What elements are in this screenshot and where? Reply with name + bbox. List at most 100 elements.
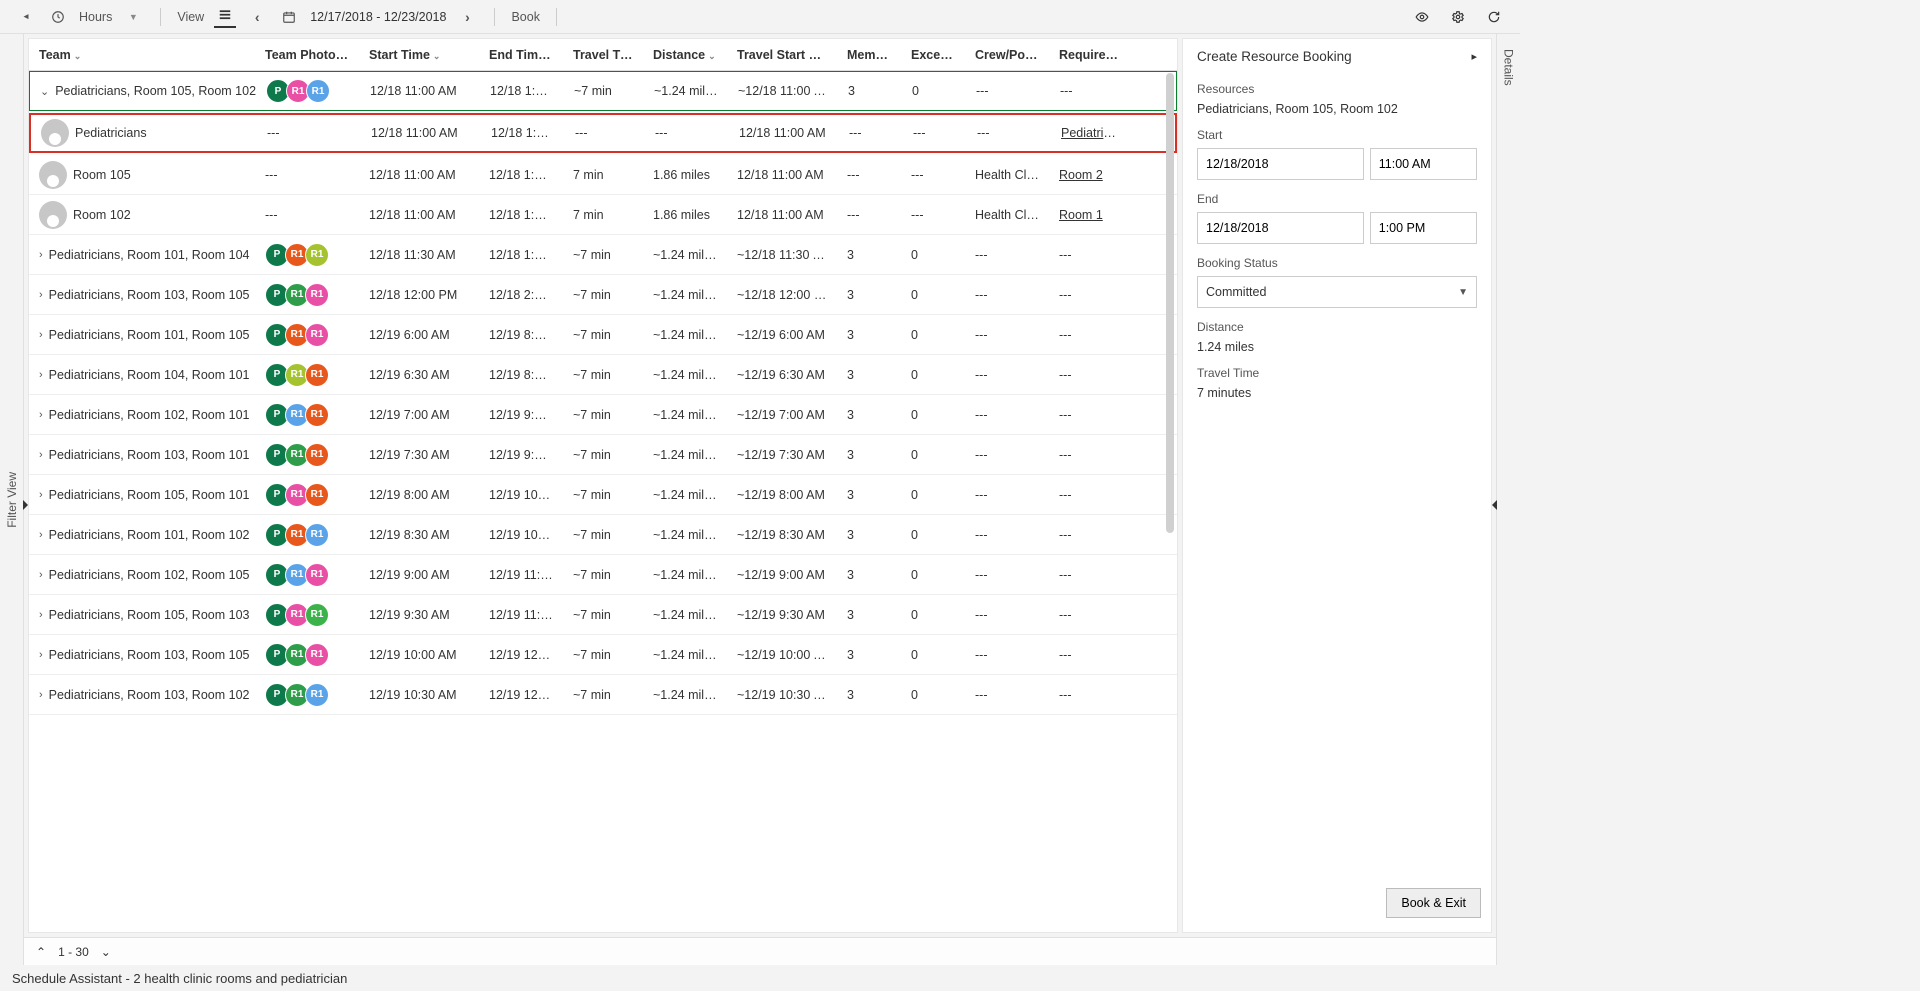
chevron-right-icon[interactable]: › xyxy=(39,369,43,381)
table-row[interactable]: Room 102---12/18 11:00 AM12/18 1:00 PM7 … xyxy=(29,195,1177,235)
chevron-right-icon[interactable]: › xyxy=(39,449,43,461)
book-exit-button[interactable]: Book & Exit xyxy=(1386,888,1481,918)
avatar-chip: R1 xyxy=(305,323,329,347)
start-date-input[interactable] xyxy=(1197,148,1364,180)
cell-crew: --- xyxy=(967,126,1051,140)
date-range[interactable]: 12/17/2018 - 12/23/2018 xyxy=(310,10,446,24)
table-row[interactable]: ›Pediatricians, Room 102, Room 105PR1R11… xyxy=(29,555,1177,595)
chevron-right-icon[interactable]: › xyxy=(39,689,43,701)
table-row[interactable]: ›Pediatricians, Room 101, Room 104PR1R11… xyxy=(29,235,1177,275)
end-date-input[interactable] xyxy=(1197,212,1364,244)
cell-excess: 0 xyxy=(901,568,965,582)
hours-label[interactable]: Hours xyxy=(79,10,112,24)
book-label[interactable]: Book xyxy=(511,10,540,24)
table-row[interactable]: ›Pediatricians, Room 105, Room 103PR1R11… xyxy=(29,595,1177,635)
team-name: Pediatricians xyxy=(75,126,147,140)
chevron-right-icon[interactable]: › xyxy=(39,289,43,301)
chevron-right-icon[interactable]: › xyxy=(39,649,43,661)
eye-icon[interactable] xyxy=(1411,6,1433,28)
col-team[interactable]: Team xyxy=(39,48,71,62)
filter-rail-label: Filter View xyxy=(5,472,19,528)
chevron-right-icon[interactable]: › xyxy=(39,249,43,261)
col-req[interactable]: Requirement xyxy=(1059,48,1129,62)
table-row[interactable]: ›Pediatricians, Room 103, Room 102PR1R11… xyxy=(29,675,1177,715)
col-dist[interactable]: Distance xyxy=(653,48,705,62)
col-photos[interactable]: Team Photos xyxy=(265,48,348,62)
cell-excess: 0 xyxy=(902,84,966,98)
chevron-right-icon[interactable]: › xyxy=(39,489,43,501)
panel-collapse-icon[interactable]: ▸ xyxy=(1471,50,1477,63)
team-name: Pediatricians, Room 103, Room 101 xyxy=(49,448,250,462)
cell-members: --- xyxy=(837,168,901,182)
cell-members: 3 xyxy=(837,288,901,302)
table-row[interactable]: ›Pediatricians, Room 102, Room 101PR1R11… xyxy=(29,395,1177,435)
chevron-right-icon[interactable]: › xyxy=(39,409,43,421)
table-row[interactable]: ›Pediatricians, Room 101, Room 102PR1R11… xyxy=(29,515,1177,555)
cell-excess: 0 xyxy=(901,648,965,662)
table-row[interactable]: ›Pediatricians, Room 103, Room 105PR1R11… xyxy=(29,635,1177,675)
cell-end: 12/18 1:30 PM xyxy=(479,248,563,262)
prev-week-icon[interactable]: ‹ xyxy=(246,6,268,28)
cell-crew: --- xyxy=(965,248,1049,262)
cell-travel: ~7 min xyxy=(563,408,643,422)
filter-rail[interactable]: Filter View xyxy=(0,34,24,965)
cell-excess: 0 xyxy=(901,328,965,342)
cell-members: 3 xyxy=(837,488,901,502)
col-crew[interactable]: Crew/Pool xyxy=(975,48,1038,62)
page-up-icon[interactable]: ⌃ xyxy=(36,945,46,959)
col-travel[interactable]: Travel Time xyxy=(573,48,642,62)
chevron-right-icon[interactable]: › xyxy=(39,569,43,581)
cell-start: 12/18 11:00 AM xyxy=(360,84,480,98)
col-tstart[interactable]: Travel Start Time xyxy=(737,48,837,62)
avatar-chip: R1 xyxy=(305,443,329,467)
calendar-icon[interactable] xyxy=(278,6,300,28)
next-week-icon[interactable]: › xyxy=(456,6,478,28)
cell-start: 12/19 9:00 AM xyxy=(359,568,479,582)
cell-travel: ~7 min xyxy=(563,248,643,262)
table-row[interactable]: ⌄Pediatricians, Room 105, Room 102PR1R11… xyxy=(29,71,1177,111)
expand-right-icon[interactable] xyxy=(1492,500,1497,510)
cell-req: --- xyxy=(1050,84,1130,98)
table-row[interactable]: Pediatricians---12/18 11:00 AM12/18 1:00… xyxy=(29,113,1177,153)
grid-view-icon[interactable] xyxy=(214,6,236,28)
start-time-input[interactable] xyxy=(1370,148,1477,180)
table-row[interactable]: ›Pediatricians, Room 104, Room 101PR1R11… xyxy=(29,355,1177,395)
cell-end: 12/19 11:30 ... xyxy=(479,608,563,622)
requirement-link[interactable]: Pediatrician xyxy=(1061,126,1126,140)
cell-start: 12/18 12:00 PM xyxy=(359,288,479,302)
end-time-input[interactable] xyxy=(1370,212,1477,244)
cell-req: --- xyxy=(1049,688,1129,702)
status-select[interactable]: Committed ▼ xyxy=(1197,276,1477,308)
table-row[interactable]: ›Pediatricians, Room 103, Room 101PR1R11… xyxy=(29,435,1177,475)
col-members[interactable]: Members xyxy=(847,48,901,62)
cell-excess: 0 xyxy=(901,528,965,542)
refresh-icon[interactable] xyxy=(1483,6,1505,28)
col-start[interactable]: Start Time xyxy=(369,48,430,62)
avatar-chip: R1 xyxy=(305,483,329,507)
table-row[interactable]: ›Pediatricians, Room 103, Room 105PR1R11… xyxy=(29,275,1177,315)
details-rail-label: Details xyxy=(1502,49,1516,86)
gear-icon[interactable] xyxy=(1447,6,1469,28)
dropdown-icon[interactable]: ▼ xyxy=(122,6,144,28)
col-excess[interactable]: Excess M... xyxy=(911,48,965,62)
requirement-link[interactable]: Room 2 xyxy=(1059,168,1103,182)
table-row[interactable]: Room 105---12/18 11:00 AM12/18 1:00 PM7 … xyxy=(29,155,1177,195)
cell-crew: --- xyxy=(965,448,1049,462)
details-rail[interactable]: Details xyxy=(1496,34,1520,965)
avatar-group: PR1R1 xyxy=(265,683,349,707)
requirement-link[interactable]: Room 1 xyxy=(1059,208,1103,222)
toolbar-chevron-left[interactable]: ▸ xyxy=(15,6,37,28)
chevron-right-icon[interactable]: › xyxy=(39,609,43,621)
col-end[interactable]: End Time xyxy=(489,48,551,62)
chevron-right-icon[interactable]: › xyxy=(39,329,43,341)
scrollbar[interactable] xyxy=(1165,71,1175,928)
chevron-right-icon[interactable]: › xyxy=(39,529,43,541)
table-row[interactable]: ›Pediatricians, Room 101, Room 105PR1R11… xyxy=(29,315,1177,355)
cell-end: 12/19 12:30 P... xyxy=(479,688,563,702)
avatar-group: PR1R1 xyxy=(265,403,349,427)
cell-crew: --- xyxy=(965,528,1049,542)
table-row[interactable]: ›Pediatricians, Room 105, Room 101PR1R11… xyxy=(29,475,1177,515)
page-down-icon[interactable]: ⌄ xyxy=(101,945,111,959)
cell-tstart: ~12/18 12:00 PM xyxy=(727,288,837,302)
chevron-down-icon[interactable]: ⌄ xyxy=(40,85,49,98)
